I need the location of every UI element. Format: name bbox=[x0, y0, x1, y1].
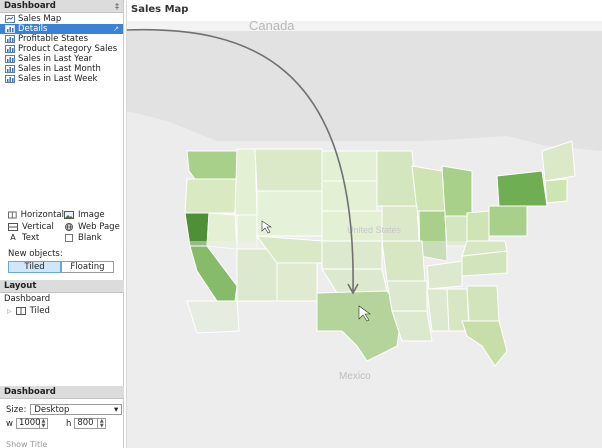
object-vertical[interactable]: Vertical bbox=[8, 222, 64, 233]
sheet-item-sales-map[interactable]: Sales Map bbox=[0, 14, 123, 24]
sheet-label: Profitable States bbox=[18, 34, 88, 44]
object-text[interactable]: A Text bbox=[8, 233, 64, 244]
object-label: Web Page bbox=[78, 221, 120, 232]
state-iowa[interactable] bbox=[381, 205, 420, 242]
dropdown-arrow-icon: ▾ bbox=[114, 404, 119, 415]
bar-chart-sheet-icon bbox=[5, 75, 15, 83]
dashboard-pane-header: Dashboard ‡ bbox=[0, 0, 123, 13]
layout-tree: Dashboard ▷ Tiled bbox=[4, 294, 50, 316]
state-ohio[interactable] bbox=[466, 210, 490, 244]
height-label: h bbox=[65, 418, 72, 429]
state-idaho[interactable] bbox=[234, 148, 258, 216]
layout-node-label: Tiled bbox=[29, 306, 50, 316]
state-new-york[interactable] bbox=[496, 170, 548, 207]
map-sheet-icon bbox=[5, 15, 15, 23]
state-minnesota[interactable] bbox=[376, 150, 418, 207]
dashboard-section-title: Dashboard bbox=[4, 387, 56, 397]
dimensions-row: w 1000 ▲ ▼ h 800 ▲ ▼ bbox=[6, 418, 107, 429]
size-row: Size: Desktop ▾ bbox=[6, 404, 123, 415]
sheet-item-profitable-states[interactable]: Profitable States bbox=[0, 34, 123, 44]
dashboard-pane: Dashboard ‡ Sales Map Details ↗ Profitab… bbox=[0, 0, 124, 448]
size-value: Desktop bbox=[34, 404, 70, 415]
state-montana[interactable] bbox=[254, 148, 323, 192]
bar-chart-sheet-icon bbox=[5, 45, 15, 53]
layout-pane-header: Layout bbox=[0, 280, 124, 293]
go-to-sheet-icon[interactable]: ↗ bbox=[113, 24, 119, 34]
object-label: Image bbox=[78, 210, 105, 221]
bar-chart-sheet-icon bbox=[5, 35, 15, 43]
sheet-item-product-category-sales[interactable]: Product Category Sales bbox=[0, 44, 123, 54]
bar-chart-sheet-icon bbox=[5, 65, 15, 73]
object-label: Horizontal bbox=[20, 210, 64, 221]
state-arizona[interactable] bbox=[236, 248, 278, 302]
sheet-label: Product Category Sales bbox=[18, 44, 118, 54]
object-label: Blank bbox=[78, 233, 102, 244]
object-web-page[interactable]: Web Page bbox=[64, 222, 120, 233]
bar-chart-sheet-icon bbox=[5, 55, 15, 63]
sheet-label: Sales in Last Year bbox=[18, 54, 93, 64]
dashboard-section-header: Dashboard bbox=[0, 386, 124, 399]
state-arkansas[interactable] bbox=[386, 280, 428, 312]
map-label-mexico: Mexico bbox=[339, 371, 371, 382]
layout-pane-title: Layout bbox=[4, 281, 37, 291]
size-dropdown[interactable]: Desktop ▾ bbox=[30, 404, 123, 415]
tiled-button[interactable]: Tiled bbox=[8, 260, 61, 273]
map-label-canada: Canada bbox=[249, 18, 295, 33]
state-georgia[interactable] bbox=[466, 285, 500, 322]
object-label: Vertical bbox=[22, 221, 54, 232]
dashboard-canvas: Sales Map Canada Mexico United States bbox=[125, 0, 602, 448]
state-oregon[interactable] bbox=[184, 178, 238, 214]
layout-node-tiled[interactable]: ▷ Tiled bbox=[7, 306, 50, 316]
sheet-label: Sales in Last Month bbox=[18, 64, 101, 74]
state-south-dakota[interactable] bbox=[321, 180, 378, 212]
state-tennessee[interactable] bbox=[426, 260, 463, 290]
horizontal-container-icon bbox=[8, 211, 17, 219]
state-wisconsin[interactable] bbox=[411, 165, 446, 212]
show-title-checkbox-cutoff[interactable]: Show Title bbox=[6, 440, 47, 448]
bar-chart-sheet-icon bbox=[5, 25, 15, 33]
size-label: Size: bbox=[6, 404, 27, 415]
width-input[interactable]: 1000 bbox=[15, 418, 41, 429]
state-missouri[interactable] bbox=[381, 240, 426, 282]
tiled-container-icon bbox=[15, 307, 26, 315]
sheet-label: Details bbox=[18, 24, 48, 34]
floating-button[interactable]: Floating bbox=[61, 260, 114, 273]
object-horizontal[interactable]: Horizontal bbox=[8, 210, 64, 221]
sheet-item-sales-last-week[interactable]: Sales in Last Week bbox=[0, 74, 123, 84]
new-objects-label: New objects: bbox=[8, 248, 63, 259]
sheet-item-sales-last-year[interactable]: Sales in Last Year bbox=[0, 54, 123, 64]
sheet-item-sales-last-month[interactable]: Sales in Last Month bbox=[0, 64, 123, 74]
height-input[interactable]: 800 bbox=[74, 418, 99, 429]
new-objects-toggle: Tiled Floating bbox=[8, 260, 120, 273]
state-washington[interactable] bbox=[186, 150, 238, 180]
state-pennsylvania[interactable] bbox=[488, 205, 528, 237]
layout-root[interactable]: Dashboard bbox=[4, 294, 50, 304]
width-label: w bbox=[6, 418, 13, 429]
state-north-dakota[interactable] bbox=[321, 150, 378, 182]
blank-icon bbox=[65, 234, 73, 243]
pin-icon[interactable]: ‡ bbox=[115, 2, 119, 11]
objects-panel: Horizontal Image Vertical Web Page A Tex… bbox=[8, 210, 120, 273]
dashboard-pane-title: Dashboard bbox=[4, 1, 56, 11]
height-spinner-icon[interactable]: ▲ ▼ bbox=[98, 418, 107, 429]
text-icon: A bbox=[10, 233, 16, 243]
map-label-united-states: United States bbox=[347, 225, 402, 235]
width-spinner-icon[interactable]: ▲ ▼ bbox=[39, 418, 48, 429]
expand-triangle-icon[interactable]: ▷ bbox=[7, 308, 12, 315]
state-michigan[interactable] bbox=[441, 165, 473, 217]
globe-icon bbox=[65, 222, 73, 231]
object-image[interactable]: Image bbox=[64, 210, 120, 221]
object-label: Text bbox=[22, 233, 40, 244]
sheet-label: Sales Map bbox=[18, 14, 62, 24]
sheet-label: Sales in Last Week bbox=[18, 74, 98, 84]
sales-map-view[interactable]: Sales Map Canada Mexico United States bbox=[126, 1, 602, 448]
object-blank[interactable]: Blank bbox=[64, 233, 120, 244]
sales-map[interactable]: Canada Mexico United States bbox=[127, 1, 602, 448]
sheet-item-details[interactable]: Details ↗ bbox=[0, 24, 123, 34]
image-icon bbox=[64, 211, 74, 220]
vertical-container-icon bbox=[8, 222, 18, 231]
state-new-england[interactable] bbox=[544, 178, 568, 204]
sheet-list: Sales Map Details ↗ Profitable States Pr… bbox=[0, 13, 123, 84]
